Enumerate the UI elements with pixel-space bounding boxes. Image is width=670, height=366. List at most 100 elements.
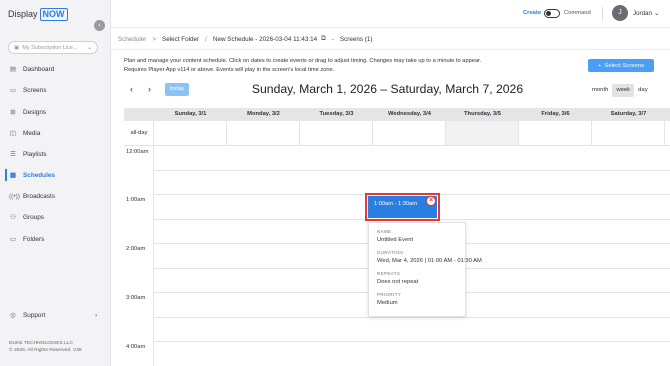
avatar[interactable]: J (612, 5, 628, 21)
grid-line (591, 121, 592, 145)
logo-text: Display (8, 9, 38, 19)
time-label: 3:00am (126, 295, 146, 301)
screens-icon: ▭ (9, 87, 17, 94)
grid-line (153, 170, 670, 171)
command-toggle[interactable] (544, 9, 560, 18)
popover-priority-value: Medium (377, 300, 398, 306)
next-week-button[interactable]: › (148, 84, 151, 94)
view-week-button[interactable]: week (612, 84, 635, 97)
grid-line (664, 121, 665, 145)
grid-line (153, 317, 670, 318)
sidebar-item-label: Folders (23, 235, 45, 243)
sidebar-item-schedules[interactable]: ▦ Schedules (9, 169, 55, 181)
today-button[interactable]: today (165, 83, 189, 96)
user-name[interactable]: Jordan (633, 10, 652, 17)
time-label: 12:00am (126, 149, 149, 155)
view-month-button[interactable]: month (588, 84, 612, 97)
grid-line (226, 121, 227, 145)
day-header[interactable]: Friday, 3/6 (519, 108, 592, 121)
breadcrumb-schedule[interactable]: New Schedule - 2026-03-04 11:43:14 (213, 36, 317, 43)
sidebar-item-label: Screens (23, 86, 47, 94)
chevron-right-icon[interactable]: › (95, 312, 97, 319)
sidebar-item-media[interactable]: ◫ Media (9, 127, 40, 139)
day-header[interactable]: Saturday, 3/7 (592, 108, 665, 121)
subscription-icon: ▣ (14, 44, 20, 51)
time-label: 4:00am (126, 344, 146, 350)
prev-week-button[interactable]: ‹ (130, 84, 133, 94)
sidebar-item-broadcasts[interactable]: ((•)) Broadcasts (9, 190, 55, 202)
time-label: 2:00am (126, 246, 146, 252)
info-text: Plan and manage your content schedule. C… (124, 57, 564, 75)
designs-icon: ⊞ (10, 109, 16, 116)
collapse-sidebar-button[interactable]: ‹ (94, 20, 105, 31)
toggle-knob (546, 10, 551, 16)
create-link[interactable]: Create (523, 10, 541, 16)
day-header[interactable]: Thursday, 3/5 (446, 108, 519, 121)
divider (602, 7, 603, 21)
day-header[interactable]: Wednesday, 3/4 (373, 108, 446, 121)
grid-line (153, 145, 154, 366)
grid-line (153, 341, 670, 342)
grid-line (124, 145, 670, 146)
sidebar-item-playlists[interactable]: ☰ Playlists (9, 148, 46, 160)
logo-badge: NOW (39, 7, 68, 21)
sidebar-item-support[interactable]: ◎ Support (9, 309, 45, 321)
support-icon: ◎ (10, 312, 16, 319)
event-details-popover: NAME Untitled Event DURATION Wed, Mar 4,… (368, 222, 482, 317)
sidebar-item-label: Groups (23, 213, 44, 221)
sidebar-item-folders[interactable]: ▭ Folders (9, 233, 44, 245)
day-header[interactable]: Tuesday, 3/3 (300, 108, 373, 121)
view-switcher: month week day (588, 84, 652, 97)
select-screens-label: Select Screens (604, 62, 645, 69)
sidebar-item-label: Schedules (23, 171, 55, 179)
breadcrumb-separator: / (205, 35, 207, 43)
sidebar-item-label: Playlists (23, 150, 47, 158)
subscription-select[interactable]: ▣ My Subscription Lice... ⌄ (8, 41, 98, 54)
sidebar-item-label: Dashboard (23, 65, 55, 73)
logo[interactable]: Display NOW (8, 7, 68, 21)
breadcrumb: Scheduler > Select Folder / New Schedule… (118, 34, 372, 44)
sidebar-item-dashboard[interactable]: ▤ Dashboard (9, 63, 54, 75)
grid-line (299, 121, 300, 145)
popover-name-label: NAME (377, 229, 392, 234)
breadcrumb-screens[interactable]: Screens (1) (340, 36, 373, 43)
broadcasts-icon: ((•)) (9, 192, 20, 200)
breadcrumb-folder[interactable]: Select Folder (162, 36, 199, 43)
popover-repeats-label: REPEATS (377, 271, 401, 276)
dashboard-icon: ▤ (9, 66, 17, 73)
select-screens-button[interactable]: + Select Screens (588, 59, 654, 72)
copy-icon[interactable]: ⧉ (321, 35, 326, 43)
groups-icon: ⚇ (10, 214, 16, 221)
day-header[interactable]: Sunday, 3/1 (154, 108, 227, 121)
sidebar-footer: DUKE TECHNOLOGIES LLC © 2026. All Rights… (9, 340, 82, 354)
sidebar-item-label: Support (23, 311, 46, 319)
subscription-placeholder: My Subscription Lice... (22, 44, 78, 51)
chevron-down-icon[interactable]: ⌄ (654, 9, 659, 17)
sidebar: Display NOW ‹ ▣ My Subscription Lice... … (0, 0, 111, 366)
popover-repeats-value: Does not repeat (377, 279, 419, 285)
popover-duration-label: DURATION (377, 250, 404, 255)
sidebar-item-label: Media (23, 129, 41, 137)
sidebar-item-designs[interactable]: ⊞ Designs (9, 106, 46, 118)
close-icon[interactable]: × (426, 196, 436, 206)
command-label: Command (564, 10, 591, 16)
plus-icon: + (597, 62, 602, 69)
footer-company: DUKE TECHNOLOGIES LLC (9, 341, 74, 346)
breadcrumb-separator: > (152, 35, 157, 43)
sidebar-item-screens[interactable]: ▭ Screens (9, 84, 47, 96)
popover-name-value: Untitled Event (377, 237, 414, 243)
playlists-icon: ☰ (10, 151, 16, 158)
info-line: Requires Player App v114 or above. Event… (124, 67, 335, 73)
popover-priority-label: PRIORITY (377, 292, 402, 297)
today-column-highlight (446, 121, 519, 145)
breadcrumb-scheduler[interactable]: Scheduler (118, 36, 146, 43)
day-header[interactable]: Monday, 3/2 (227, 108, 300, 121)
grid-line (518, 121, 519, 145)
view-day-button[interactable]: day (634, 84, 652, 97)
schedules-icon: ▦ (9, 172, 17, 179)
sidebar-item-label: Designs (23, 108, 47, 116)
sidebar-item-groups[interactable]: ⚇ Groups (9, 211, 44, 223)
active-indicator (5, 169, 7, 181)
breadcrumb-separator: - (331, 35, 334, 43)
chevron-down-icon: ⌄ (86, 45, 92, 51)
